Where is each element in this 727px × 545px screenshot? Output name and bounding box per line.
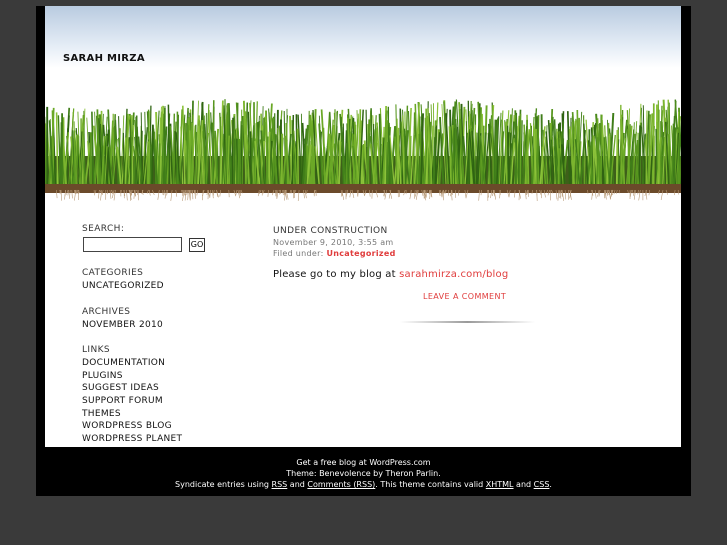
rss-link[interactable]: RSS [272,480,288,489]
css-link[interactable]: CSS [534,480,550,489]
post-body-text: Please go to my blog at [273,269,400,280]
link-suggest-ideas[interactable]: SUGGEST IDEAS [82,383,159,393]
search-input[interactable] [83,237,182,252]
grass-banner-image [45,99,681,202]
post-title[interactable]: UNDER CONSTRUCTION [273,226,388,236]
header-banner: SARAH MIRZA [45,6,681,202]
valid-text: . This theme contains valid [375,480,486,489]
category-link-uncategorized[interactable]: UNCATEGORIZED [82,281,164,291]
archives-heading: ARCHIVES [82,307,131,317]
syndicate-prefix: Syndicate entries using [175,480,272,489]
xhtml-link[interactable]: XHTML [486,480,514,489]
post-filed-under: Filed under: Uncategorized [273,249,396,258]
link-wordpress-planet[interactable]: WORDPRESS PLANET [82,434,182,444]
footer-free-blog[interactable]: Get a free blog at WordPress.com [36,457,691,468]
footer-theme-credit: Theme: Benevolence by Theron Parlin. [286,469,441,478]
blog-link[interactable]: sarahmirza.com/blog [399,269,508,280]
page-content: SARAH MIRZA SEARCH: GO CATEGORIES UNCATE… [45,6,681,447]
footer-end: . [549,480,552,489]
footer-syndicate: Syndicate entries using RSS and Comments… [36,479,691,490]
search-label: SEARCH: [82,224,125,234]
leave-comment-link[interactable]: LEAVE A COMMENT [423,292,506,301]
post-category-link[interactable]: Uncategorized [326,249,395,258]
comments-rss-link[interactable]: Comments (RSS) [307,480,375,489]
categories-heading: CATEGORIES [82,268,144,278]
and-text-2: and [513,480,534,489]
site-title[interactable]: SARAH MIRZA [63,53,145,64]
link-themes[interactable]: THEMES [82,409,121,419]
search-go-button[interactable]: GO [189,238,205,252]
post-divider [400,321,535,323]
link-plugins[interactable]: PLUGINS [82,371,123,381]
post-body: Please go to my blog at sarahmirza.com/b… [273,269,508,280]
filed-under-label: Filed under: [273,249,327,258]
links-heading: LINKS [82,345,111,355]
link-support-forum[interactable]: SUPPORT FORUM [82,396,163,406]
footer: Get a free blog at WordPress.com Theme: … [36,457,691,490]
link-wordpress-blog[interactable]: WORDPRESS BLOG [82,421,172,431]
post-date: November 9, 2010, 3:55 am [273,238,394,247]
page-frame: SARAH MIRZA SEARCH: GO CATEGORIES UNCATE… [36,6,691,496]
archive-link-november-2010[interactable]: NOVEMBER 2010 [82,320,163,330]
link-documentation[interactable]: DOCUMENTATION [82,358,165,368]
and-text-1: and [287,480,308,489]
